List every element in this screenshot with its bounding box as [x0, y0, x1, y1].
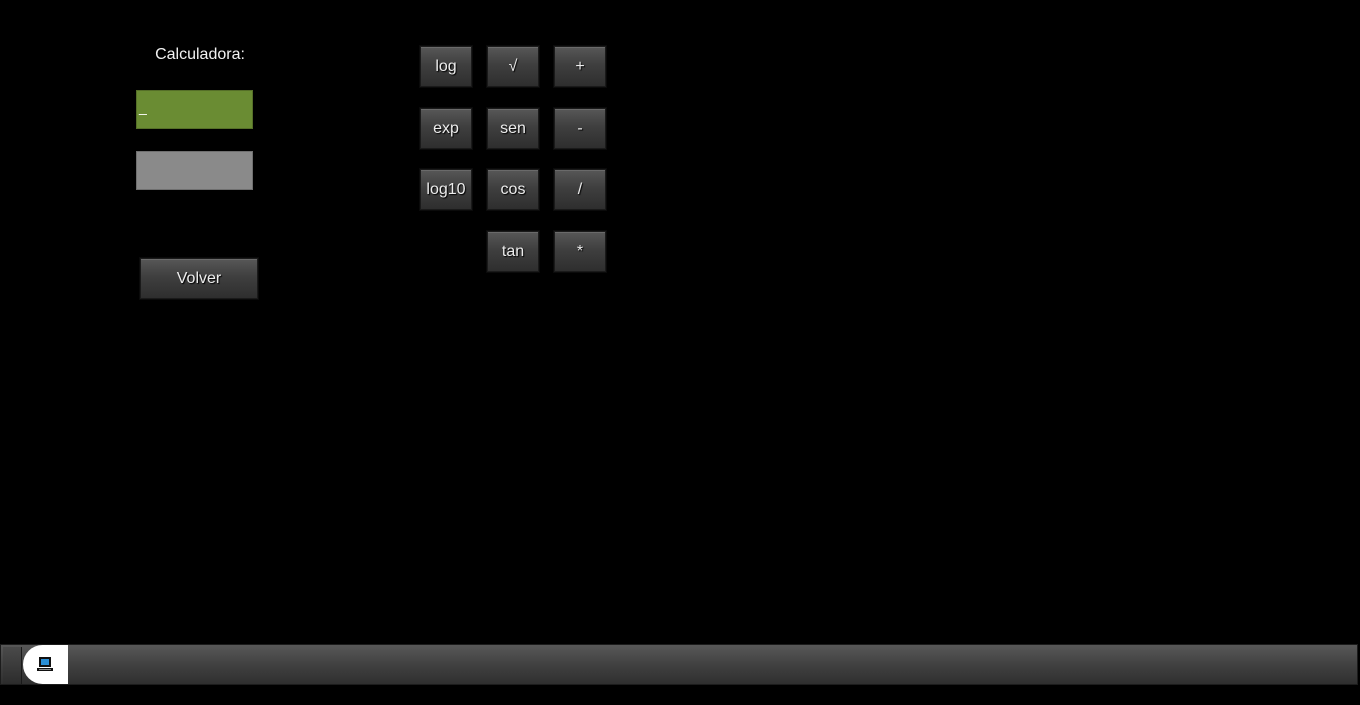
sqrt-button[interactable]: √ [487, 46, 539, 87]
result-field [136, 151, 253, 190]
calculator-screen: Calculadora: _ Volver log √ + exp sen - … [0, 0, 1360, 705]
computer-icon [37, 656, 53, 673]
start-button[interactable] [23, 645, 68, 684]
taskbar-handle[interactable] [3, 647, 22, 684]
back-button[interactable]: Volver [140, 258, 258, 299]
tan-button[interactable]: tan [487, 231, 539, 272]
log-button[interactable]: log [420, 46, 472, 87]
minus-button[interactable]: - [554, 108, 606, 149]
multiply-button[interactable]: * [554, 231, 606, 272]
sen-button[interactable]: sen [487, 108, 539, 149]
plus-button[interactable]: + [554, 46, 606, 87]
divide-button[interactable]: / [554, 169, 606, 210]
page-title: Calculadora: [155, 46, 245, 63]
log10-button[interactable]: log10 [420, 169, 472, 210]
input-field[interactable]: _ [136, 90, 253, 129]
cos-button[interactable]: cos [487, 169, 539, 210]
taskbar [0, 644, 1358, 685]
exp-button[interactable]: exp [420, 108, 472, 149]
